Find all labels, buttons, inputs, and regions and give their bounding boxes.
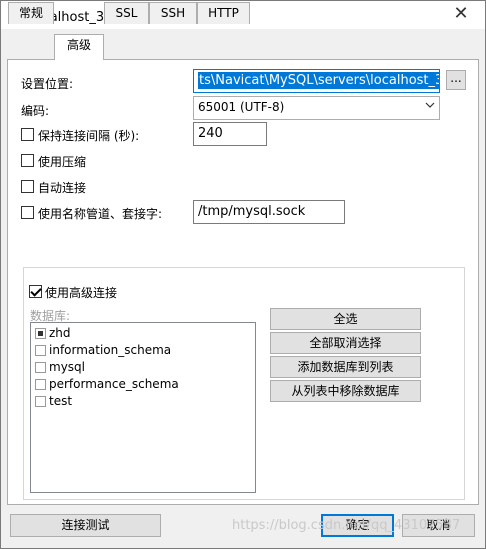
database-checkbox[interactable]	[35, 328, 46, 339]
add-database-button[interactable]: 添加数据库到列表	[270, 356, 421, 378]
database-checkbox[interactable]	[35, 345, 46, 356]
cancel-button[interactable]: 取消	[402, 514, 475, 537]
chevron-down-icon	[425, 99, 435, 113]
database-list[interactable]: zhd information_schema mysql performance…	[30, 322, 256, 493]
use-advanced-label: 使用高级连接	[45, 286, 118, 300]
database-checkbox[interactable]	[35, 362, 46, 373]
close-icon[interactable]: ✕	[451, 4, 471, 24]
ok-button[interactable]: 确定	[321, 514, 394, 537]
keepalive-checkbox[interactable]	[21, 128, 34, 141]
database-checkbox[interactable]	[35, 396, 46, 407]
tab-advanced[interactable]: 高级	[54, 34, 104, 60]
use-advanced-checkbox[interactable]	[29, 285, 42, 298]
auto-connect-checkbox[interactable]	[21, 180, 34, 193]
test-connection-button[interactable]: 连接测试	[10, 514, 161, 537]
browse-button[interactable]: ...	[446, 70, 466, 90]
keepalive-label: 保持连接间隔 (秒):	[38, 129, 140, 143]
auto-connect-label: 自动连接	[38, 181, 87, 195]
compression-checkbox[interactable]	[21, 154, 34, 167]
tab-http[interactable]: HTTP	[197, 2, 250, 24]
remove-database-button[interactable]: 从列表中移除数据库	[270, 380, 421, 402]
tab-ssh[interactable]: SSH	[149, 2, 197, 24]
named-pipe-label: 使用名称管道、套接字:	[38, 207, 163, 221]
named-pipe-field[interactable]: /tmp/mysql.sock	[193, 200, 345, 224]
encoding-select[interactable]: 65001 (UTF-8)	[193, 96, 440, 120]
encoding-label: 编码:	[21, 104, 50, 118]
settings-location-label: 设置位置:	[21, 77, 74, 91]
deselect-all-button[interactable]: 全部取消选择	[270, 332, 421, 354]
tab-ssl[interactable]: SSL	[104, 2, 149, 24]
keepalive-interval-field[interactable]: 240	[193, 122, 267, 146]
select-all-button[interactable]: 全选	[270, 308, 421, 330]
compression-label: 使用压缩	[38, 155, 87, 169]
database-checkbox[interactable]	[35, 379, 46, 390]
tab-general[interactable]: 常规	[8, 2, 54, 24]
named-pipe-checkbox[interactable]	[21, 206, 34, 219]
settings-location-field[interactable]: ts\Navicat\MySQL\servers\localhost_3306	[193, 69, 440, 93]
